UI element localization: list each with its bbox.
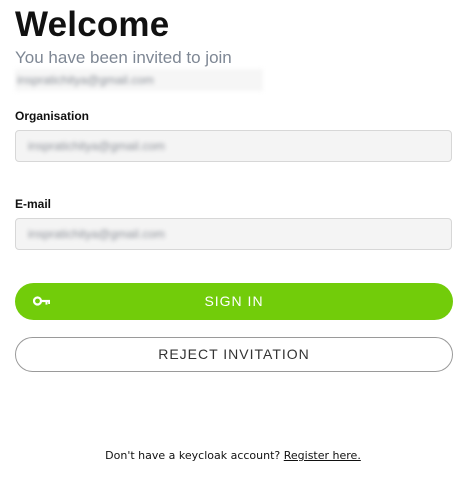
register-prompt-text: Don't have a keycloak account? [105,449,281,462]
sign-in-label: SIGN IN [204,293,264,309]
sign-in-button[interactable]: SIGN IN [15,283,453,320]
email-value: inspratichitya@gmail.com [28,227,165,241]
reject-invitation-button[interactable]: REJECT INVITATION [15,337,453,372]
email-label: E-mail [15,197,52,211]
invite-subtitle: You have been invited to join [15,48,232,67]
register-prompt: Don't have a keycloak account? Register … [0,449,466,462]
email-field[interactable]: inspratichitya@gmail.com [15,218,452,250]
register-link[interactable]: Register here. [284,449,361,462]
invite-email: inspratichitya@gmail.com [15,69,263,91]
organisation-value: inspratichitya@gmail.com [28,139,165,153]
organisation-field[interactable]: inspratichitya@gmail.com [15,130,452,162]
page-title: Welcome [15,5,170,44]
organisation-label: Organisation [15,109,90,123]
